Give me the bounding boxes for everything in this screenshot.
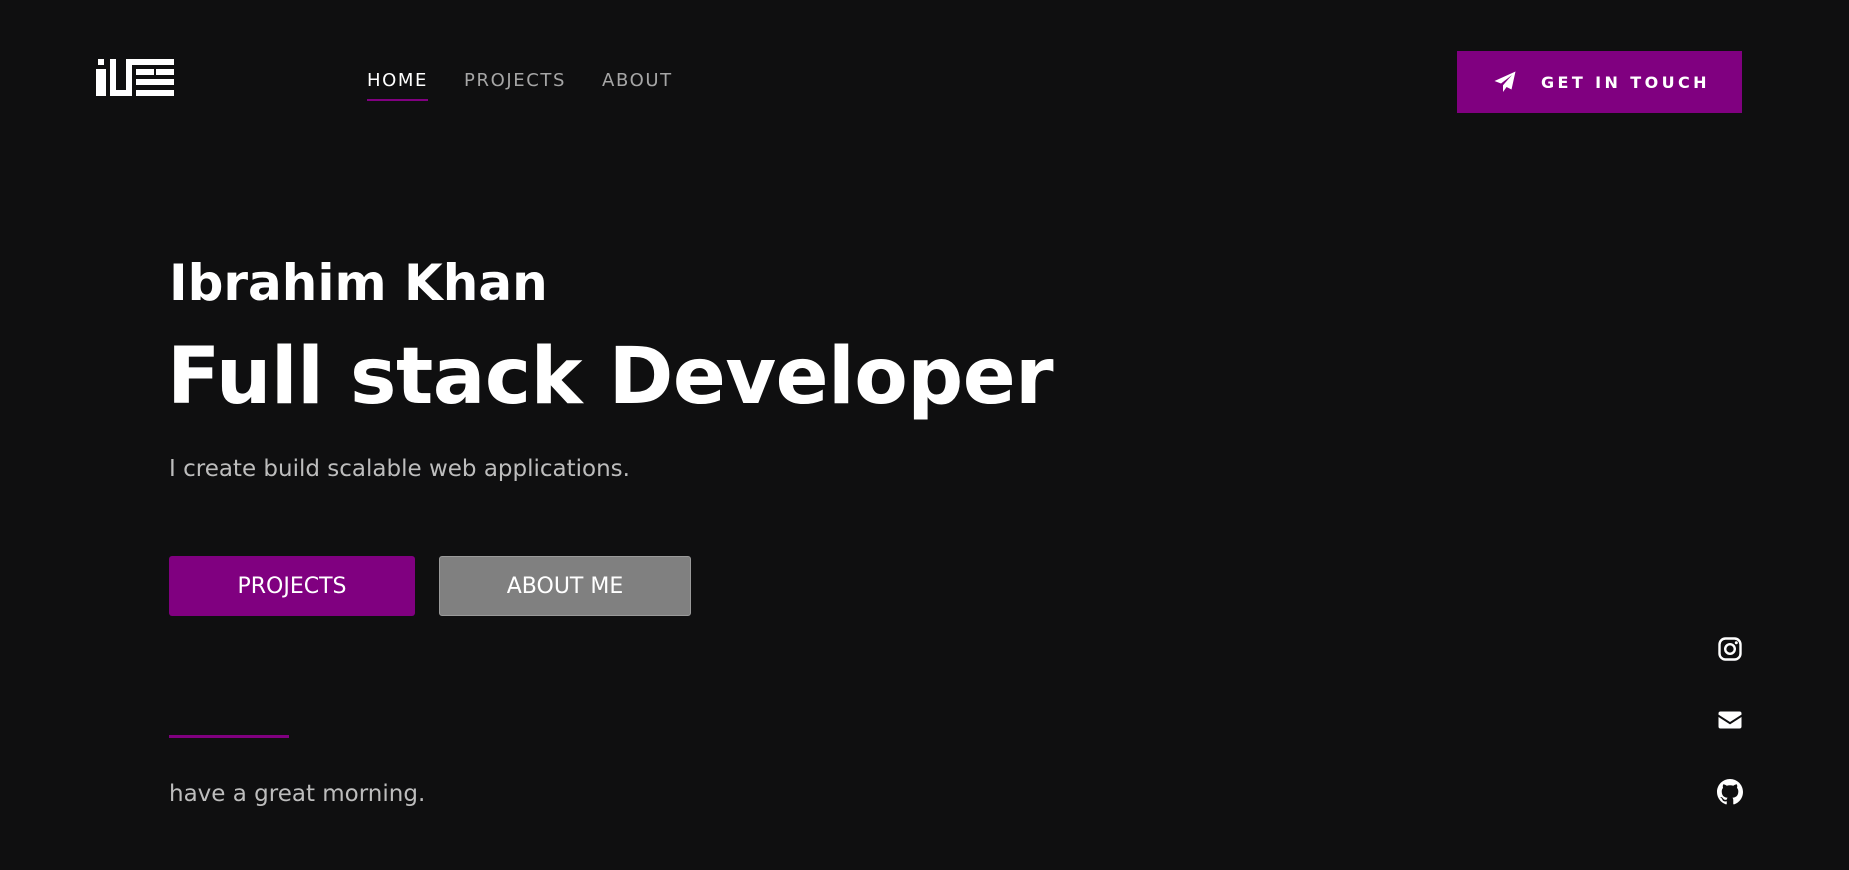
hero-name: Ibrahim Khan bbox=[169, 254, 548, 312]
projects-button[interactable]: PROJECTS bbox=[169, 556, 415, 616]
instagram-icon bbox=[1718, 637, 1742, 661]
nav-item-home[interactable]: HOME bbox=[367, 70, 429, 101]
page: HOME PROJECTS ABOUT GET IN TOUCH Ibrahim… bbox=[0, 0, 1849, 870]
about-me-button[interactable]: ABOUT ME bbox=[439, 556, 691, 616]
github-icon bbox=[1717, 779, 1743, 805]
github-link[interactable] bbox=[1717, 779, 1743, 805]
greeting-text: have a great morning. bbox=[169, 781, 426, 807]
logo-mark-icon bbox=[96, 59, 174, 96]
hero-title: Full stack Developer bbox=[167, 332, 1054, 422]
site-logo[interactable] bbox=[96, 59, 176, 97]
get-in-touch-button[interactable]: GET IN TOUCH bbox=[1457, 51, 1742, 113]
about-me-button-label: ABOUT ME bbox=[506, 573, 624, 599]
projects-button-label: PROJECTS bbox=[237, 573, 347, 599]
paper-plane-icon bbox=[1494, 71, 1516, 92]
instagram-link[interactable] bbox=[1717, 636, 1743, 662]
email-icon bbox=[1718, 711, 1742, 729]
accent-divider bbox=[169, 735, 289, 738]
nav-item-projects[interactable]: PROJECTS bbox=[464, 70, 566, 101]
get-in-touch-label: GET IN TOUCH bbox=[1541, 72, 1710, 92]
email-link[interactable] bbox=[1717, 707, 1743, 733]
hero-subtitle: I create build scalable web applications… bbox=[169, 456, 630, 482]
nav-item-about[interactable]: ABOUT bbox=[602, 70, 673, 101]
main-nav: HOME PROJECTS ABOUT bbox=[367, 70, 709, 101]
